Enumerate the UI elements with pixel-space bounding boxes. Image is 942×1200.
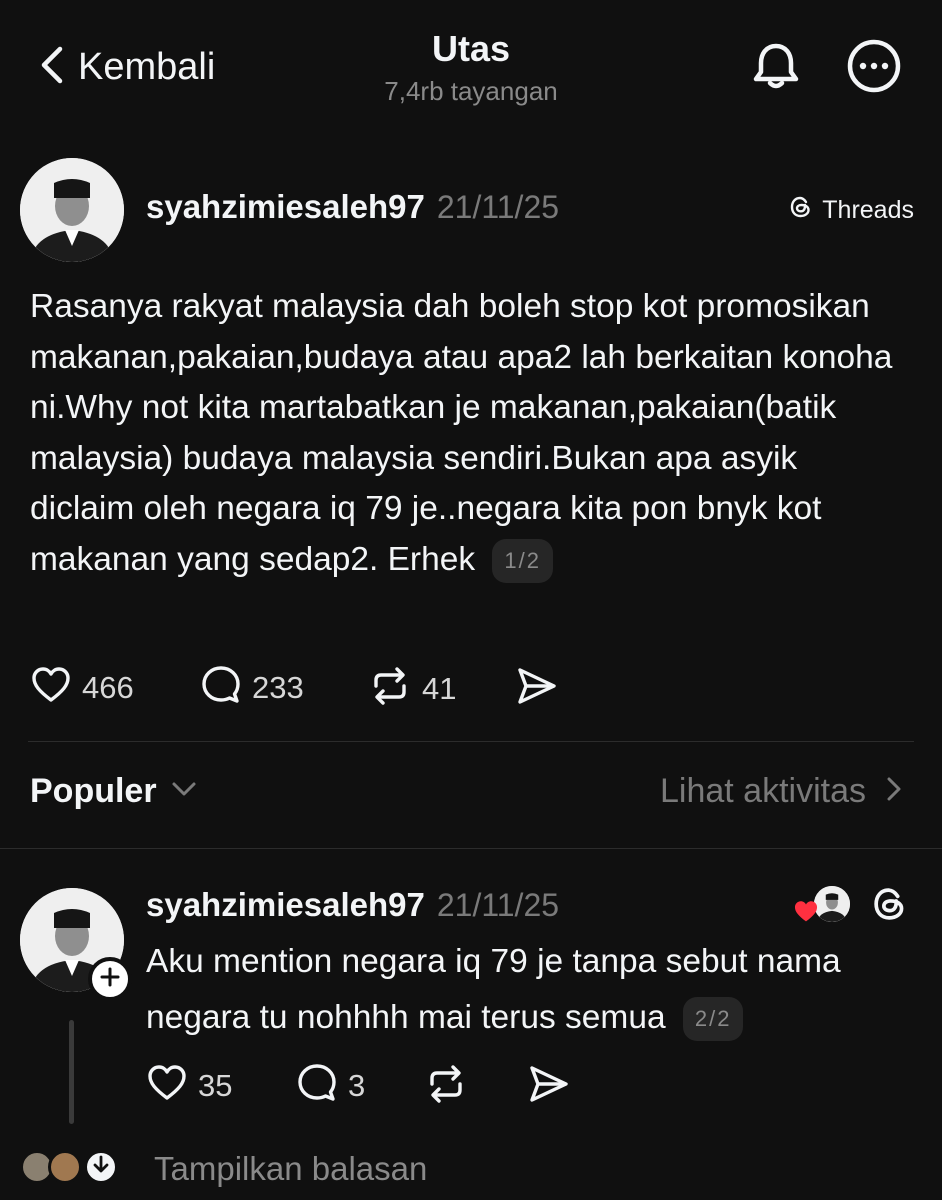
more-options-button[interactable]: [846, 38, 902, 99]
reply-share-button[interactable]: [526, 1062, 570, 1111]
plus-icon: [99, 966, 121, 993]
divider: [28, 741, 914, 742]
follow-button[interactable]: [88, 957, 132, 1001]
thread-line: [69, 1020, 74, 1124]
chevron-down-icon: [171, 781, 197, 802]
reply-like-count: 35: [198, 1067, 233, 1103]
reply-header: syahzimiesaleh97 21/11/25: [146, 886, 559, 924]
show-replies-link[interactable]: Tampilkan balasan: [154, 1150, 427, 1188]
post-body: Rasanya rakyat malaysia dah boleh stop k…: [30, 288, 893, 578]
comment-icon: [296, 1062, 338, 1109]
username[interactable]: syahzimiesaleh97: [146, 188, 425, 226]
heart-icon: [30, 664, 72, 711]
reply-button[interactable]: 233: [200, 664, 304, 711]
repost-button[interactable]: 41: [368, 664, 456, 713]
reply-timestamp: 21/11/25: [436, 887, 560, 923]
reply-reply-button[interactable]: 3: [296, 1062, 365, 1109]
notification-bell-button[interactable]: [748, 40, 804, 96]
repost-count: 41: [422, 670, 457, 706]
comment-icon: [200, 664, 242, 711]
heart-filled-icon: [792, 898, 820, 929]
reply-repost-button[interactable]: [424, 1062, 468, 1111]
threads-badge-label: Threads: [822, 196, 914, 224]
liked-by-author: [792, 884, 852, 924]
bell-icon: [749, 39, 803, 98]
reply-reply-count: 3: [348, 1067, 366, 1103]
share-button[interactable]: [514, 664, 558, 713]
like-button[interactable]: 466: [30, 664, 134, 711]
threads-link[interactable]: [870, 884, 910, 924]
avatar[interactable]: [20, 158, 124, 262]
chevron-right-icon: [886, 776, 902, 807]
reply-text: Aku mention negara iq 79 je tanpa sebut …: [146, 934, 926, 1046]
view-activity-link[interactable]: Lihat aktivitas: [660, 772, 902, 811]
reply-username[interactable]: syahzimiesaleh97: [146, 886, 425, 924]
sort-dropdown[interactable]: Populer: [30, 772, 197, 811]
threads-logo-icon: [870, 888, 910, 928]
sort-label: Populer: [30, 772, 157, 810]
heart-icon: [146, 1062, 188, 1109]
threads-badge: Threads: [788, 194, 914, 227]
reply-count: 233: [252, 669, 304, 705]
send-icon: [514, 664, 558, 713]
repost-icon: [368, 664, 412, 713]
arrow-down-icon: [92, 1155, 110, 1180]
threads-logo-icon: [788, 194, 814, 227]
like-count: 466: [82, 669, 134, 705]
reply-like-button[interactable]: 35: [146, 1062, 232, 1109]
section-divider: [0, 848, 942, 849]
more-icon: [846, 38, 902, 99]
thread-pager: 1/2: [492, 538, 554, 583]
replier-avatar: [48, 1150, 82, 1184]
repost-icon: [424, 1062, 468, 1111]
send-icon: [526, 1062, 570, 1111]
post-text: Rasanya rakyat malaysia dah boleh stop k…: [30, 282, 910, 585]
activity-label: Lihat aktivitas: [660, 772, 866, 810]
expand-replies-button[interactable]: [84, 1150, 118, 1184]
reply-avatars: [20, 1150, 130, 1190]
timestamp: 21/11/25: [436, 189, 560, 225]
post-header: syahzimiesaleh97 21/11/25: [146, 188, 559, 226]
reply-pager: 2/2: [682, 997, 744, 1042]
